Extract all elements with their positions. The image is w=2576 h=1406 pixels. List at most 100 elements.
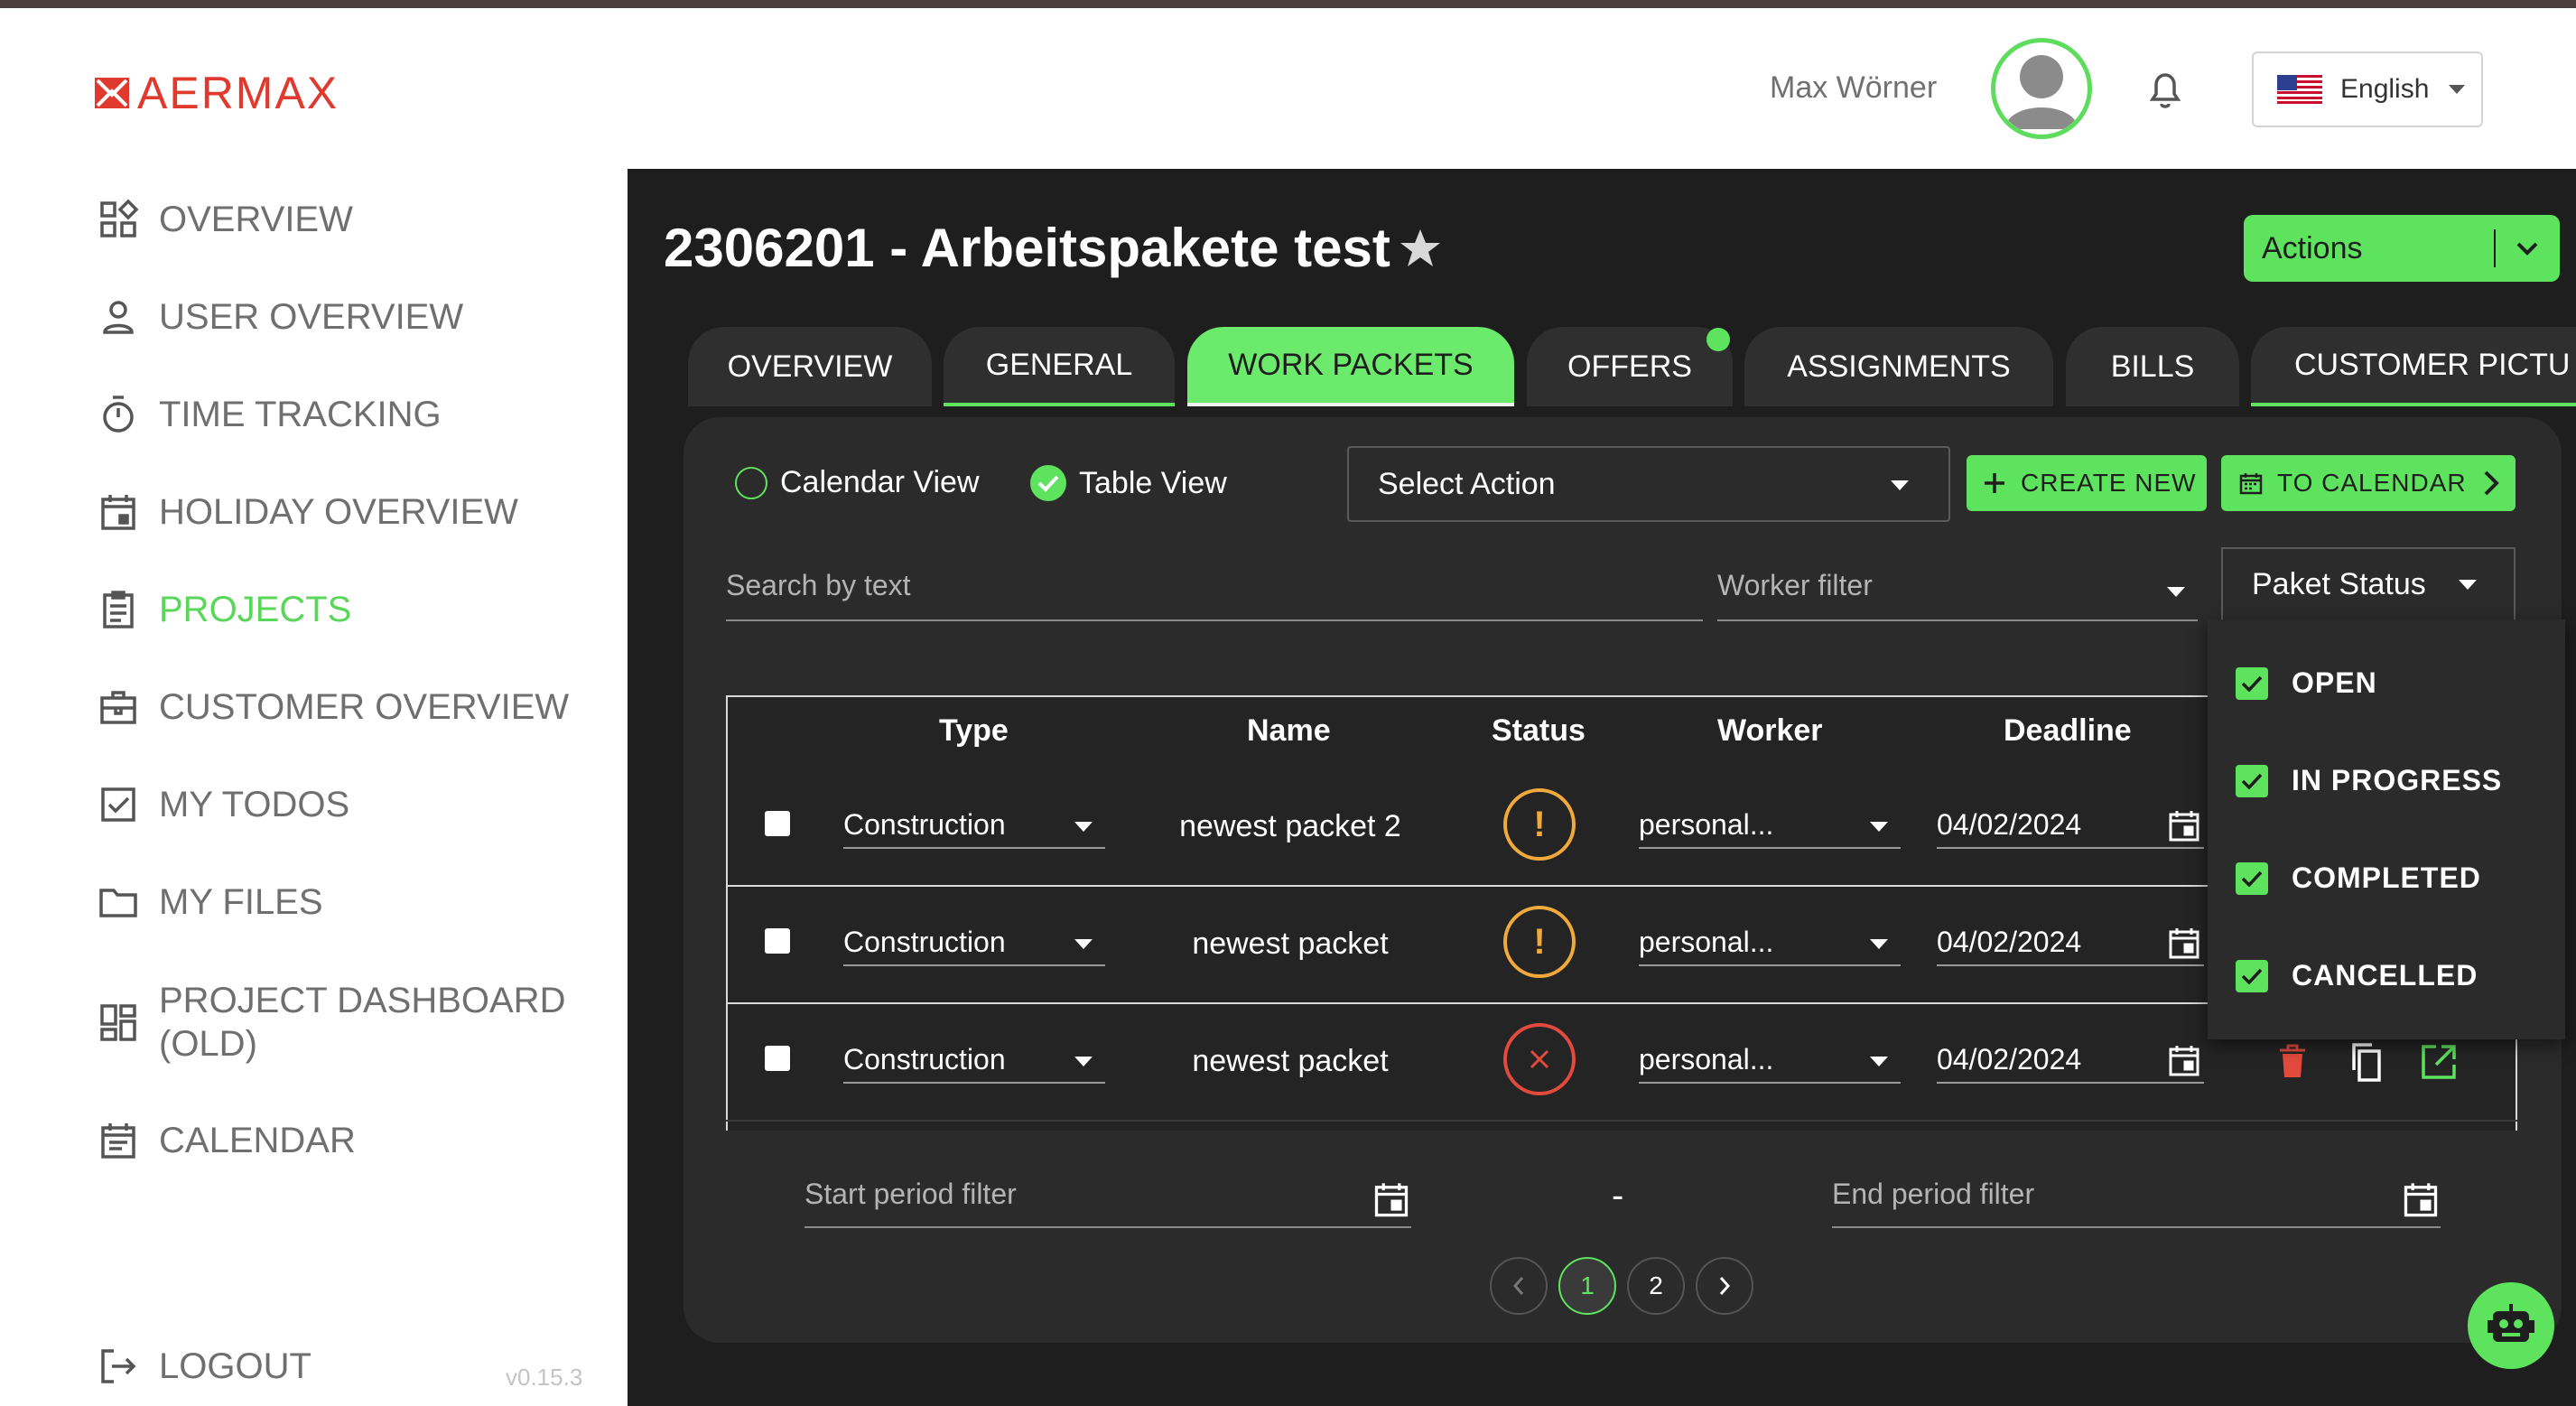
sidebar-item-time-tracking[interactable]: TIME TRACKING [98,394,442,435]
column-header-worker: Worker [1717,713,1823,748]
tab-work-packets[interactable]: WORK PACKETS [1187,327,1514,406]
create-new-button[interactable]: CREATE NEW [1967,455,2207,511]
language-selector[interactable]: English [2252,51,2483,127]
type-select[interactable]: Construction [843,919,1105,966]
tab-general[interactable]: GENERAL [944,327,1175,406]
type-value: Construction [843,1042,1006,1075]
app-version: v0.15.3 [506,1364,583,1391]
tab-overview[interactable]: OVERVIEW [688,327,932,406]
aermax-logo[interactable]: AERMAX [94,67,339,119]
copy-icon[interactable] [2347,1041,2385,1083]
sidebar-item-user-overview[interactable]: USER OVERVIEW [98,296,463,338]
caret-down-icon [2449,85,2466,94]
select-action-dropdown[interactable]: Select Action [1347,446,1950,522]
status-option-open[interactable]: OPEN [2236,666,2377,700]
sidebar-item-label: OVERVIEW [159,199,353,239]
sidebar-item-my-files[interactable]: MY FILES [98,881,323,923]
type-value: Construction [843,807,1006,841]
end-period-filter[interactable]: End period filter [1832,1178,2441,1228]
calendar-icon[interactable] [2166,807,2202,843]
checkbox-icon [98,784,139,825]
folder-icon [98,881,139,923]
worker-select[interactable]: personal... [1639,1037,1901,1084]
calendar-icon[interactable] [2401,1179,2441,1219]
actions-button[interactable]: Actions [2244,215,2560,282]
status-option-in-progress[interactable]: IN PROGRESS [2236,764,2502,797]
packet-name: newest packet 2 [1179,809,1401,843]
tab-assignments[interactable]: ASSIGNMENTS [1744,327,2053,406]
language-label: English [2340,74,2430,104]
star-icon[interactable] [1398,226,1443,271]
start-period-filter[interactable]: Start period filter [804,1178,1411,1228]
user-name: Max Wörner [1770,70,1938,105]
deadline-value: 04/02/2024 [1937,807,2082,841]
table-view-label: Table View [1079,465,1227,500]
worker-select[interactable]: personal... [1639,802,1901,849]
type-select[interactable]: Construction [843,1037,1105,1084]
tab-customer-pictures[interactable]: CUSTOMER PICTU [2251,327,2576,406]
sidebar-item-holiday-overview[interactable]: HOLIDAY OVERVIEW [98,491,518,533]
open-external-icon[interactable] [2420,1043,2458,1081]
chevron-down-icon[interactable] [2513,235,2542,262]
status-option-completed[interactable]: COMPLETED [2236,861,2481,895]
worker-select[interactable]: personal... [1639,919,1901,966]
pagination-prev[interactable] [1490,1257,1548,1315]
period-separator: - [1612,1176,1624,1215]
checkbox-checked-icon [2236,861,2268,895]
tab-label: BILLS [2110,349,2195,384]
caret-down-icon [1074,939,1093,949]
actions-label: Actions [2262,230,2363,265]
calendar-view-radio[interactable]: Calendar View [735,465,980,500]
project-title: 2306201 - Arbeitspakete test [664,217,1443,279]
radio-unchecked-icon [735,466,767,499]
calendar-icon[interactable] [2166,925,2202,961]
chevron-left-icon [1512,1276,1525,1296]
logo-text: AERMAX [137,68,339,118]
status-option-label: IN PROGRESS [2292,764,2503,796]
calendar-icon[interactable] [2166,1042,2202,1078]
select-action-label: Select Action [1378,466,1556,501]
grid-icon [98,1001,139,1043]
dashboard-icon [98,199,139,240]
avatar[interactable] [1991,38,2092,139]
table-view-radio[interactable]: Table View [1030,465,1227,501]
deadline-input[interactable]: 04/02/2024 [1937,919,2204,966]
sidebar-item-label: CUSTOMER OVERVIEW [159,686,570,727]
actions-divider [2494,229,2496,267]
pagination-page-2[interactable]: 2 [1627,1257,1685,1315]
top-strip [0,0,2576,8]
logout-button[interactable]: LOGOUT [98,1345,312,1387]
sidebar-item-customer-overview[interactable]: CUSTOMER OVERVIEW [98,686,569,728]
row-checkbox[interactable] [765,928,790,954]
tab-label: CUSTOMER PICTU [2294,347,2571,382]
pagination-next[interactable] [1696,1257,1753,1315]
row-checkbox[interactable] [765,1046,790,1071]
sidebar-item-overview[interactable]: OVERVIEW [98,199,353,240]
tab-bills[interactable]: BILLS [2066,327,2239,406]
tab-offers[interactable]: OFFERS [1527,327,1733,406]
calendar-icon[interactable] [1372,1179,1411,1219]
sidebar-item-projects[interactable]: PROJECTS [98,589,351,630]
type-select[interactable]: Construction [843,802,1105,849]
paket-status-dropdown[interactable]: Paket Status [2221,547,2516,619]
sidebar-item-my-todos[interactable]: MY TODOS [98,784,349,825]
column-header-status: Status [1492,713,1586,748]
deadline-input[interactable]: 04/02/2024 [1937,1037,2204,1084]
chatbot-button[interactable] [2468,1282,2554,1369]
caret-down-icon [1074,1057,1093,1066]
deadline-input[interactable]: 04/02/2024 [1937,802,2204,849]
sidebar-item-label: MY TODOS [159,784,350,824]
warning-status-icon: ! [1503,906,1576,978]
to-calendar-button[interactable]: TO CALENDAR [2221,455,2516,511]
search-input[interactable]: Search by text [726,569,1703,621]
pagination-page-1[interactable]: 1 [1558,1257,1616,1315]
status-option-cancelled[interactable]: CANCELLED [2236,959,2478,992]
sidebar-item-calendar[interactable]: CALENDAR [98,1120,356,1161]
worker-filter-select[interactable]: Worker filter [1717,569,2198,621]
warning-status-icon: ! [1503,788,1576,861]
status-option-label: COMPLETED [2292,861,2481,894]
delete-icon[interactable] [2276,1043,2309,1079]
sidebar-item-project-dashboard-old[interactable]: PROJECT DASHBOARD (OLD) [98,979,565,1066]
bell-icon[interactable] [2145,69,2185,110]
row-checkbox[interactable] [765,811,790,836]
